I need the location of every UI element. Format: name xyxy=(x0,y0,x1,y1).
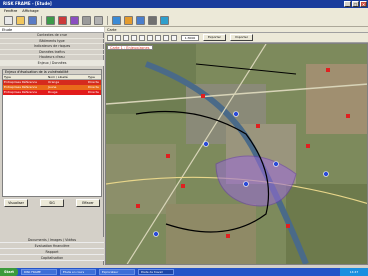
table-cell: Entreprises Référence xyxy=(4,90,37,94)
map-tab[interactable]: Carte 1 : Enjeux/zones xyxy=(107,45,153,50)
table-cell: Directe xyxy=(88,90,99,94)
enjeux-table-panel: Enjeux d'évaluation de la vulnérabilité … xyxy=(2,69,102,197)
scale-input[interactable]: 1:3000 xyxy=(181,34,199,41)
start-button[interactable]: Start xyxy=(0,268,18,276)
window-title: RISK FRAME - [Etude] xyxy=(3,1,52,6)
map-toolbar: 1:3000 Exporter Importer xyxy=(105,33,368,43)
info-tool-icon[interactable] xyxy=(155,34,161,41)
open-folder-icon[interactable] xyxy=(16,15,25,25)
minimize-button[interactable]: _ xyxy=(344,1,351,7)
title-bar: RISK FRAME - [Etude] _ □ × xyxy=(0,0,368,8)
help-icon[interactable] xyxy=(136,15,145,25)
sig-button[interactable]: SIG xyxy=(40,199,64,207)
taskbar-item[interactable]: Etude en cours xyxy=(60,269,96,275)
maximize-button[interactable]: □ xyxy=(352,1,359,7)
info-icon[interactable] xyxy=(160,15,169,25)
table-row[interactable]: Entreprises Référence Rouge Directe xyxy=(3,90,101,95)
refresh-icon[interactable] xyxy=(171,34,177,41)
export-icon[interactable] xyxy=(124,15,133,25)
column-header[interactable]: Type xyxy=(87,75,101,79)
import-button[interactable]: Importer xyxy=(229,34,253,41)
layers-icon[interactable] xyxy=(46,15,55,25)
zoom-in-icon[interactable] xyxy=(107,34,113,41)
window-controls: _ □ × xyxy=(344,1,367,7)
globe-icon[interactable] xyxy=(112,15,121,25)
toolbar-separator xyxy=(41,15,42,25)
main-toolbar xyxy=(0,14,368,27)
measure-icon[interactable] xyxy=(139,34,145,41)
new-file-icon[interactable] xyxy=(4,15,13,25)
nav-list: Contextes de crue Bâtiments type Indicat… xyxy=(0,33,104,66)
bottom-nav: Documents / Images / Vidéos Evaluation f… xyxy=(0,237,104,261)
pan-icon[interactable] xyxy=(123,34,129,41)
export-button[interactable]: Exporter xyxy=(203,34,226,41)
toolbar-separator xyxy=(107,15,108,25)
full-extent-icon[interactable] xyxy=(147,34,153,41)
system-tray-clock: 14:47 xyxy=(340,268,368,276)
select-icon[interactable] xyxy=(131,34,137,41)
save-icon[interactable] xyxy=(28,15,37,25)
table-cell: Rouge xyxy=(48,90,58,94)
visualiser-button[interactable]: Visualiser xyxy=(4,199,28,207)
table-actions: Visualiser SIG Effacer xyxy=(2,199,102,207)
map-panel: Carte 1:3000 Exporter Importer Carte 1 :… xyxy=(105,27,368,265)
close-button[interactable]: × xyxy=(360,1,367,7)
color-palette-icon[interactable] xyxy=(58,15,67,25)
left-panel: Etude Contextes de crue Bâtiments type I… xyxy=(0,27,104,265)
zoom-out-icon[interactable] xyxy=(115,34,121,41)
map-view[interactable]: Carte 1 : Enjeux/zones xyxy=(105,43,368,265)
print-icon[interactable] xyxy=(82,15,91,25)
column-header[interactable]: Type xyxy=(3,75,47,79)
book-icon[interactable] xyxy=(70,15,79,25)
nav-item-capitalisation[interactable]: Capitalisation xyxy=(0,255,104,261)
nav-item-enjeux[interactable]: Enjeux / Données xyxy=(0,60,104,66)
taskbar-item[interactable]: Poste de travail xyxy=(138,269,174,275)
aerial-map[interactable] xyxy=(106,44,368,265)
column-header[interactable]: Nom / Libellé xyxy=(47,75,87,79)
layer-tool-icon[interactable] xyxy=(163,34,169,41)
copy-icon[interactable] xyxy=(94,15,103,25)
settings-icon[interactable] xyxy=(148,15,157,25)
taskbar: Start RISK FRAME Etude en cours Explorat… xyxy=(0,268,368,276)
taskbar-item[interactable]: RISK FRAME xyxy=(21,269,57,275)
taskbar-item[interactable]: Explorateur xyxy=(99,269,135,275)
effacer-button[interactable]: Effacer xyxy=(76,199,100,207)
